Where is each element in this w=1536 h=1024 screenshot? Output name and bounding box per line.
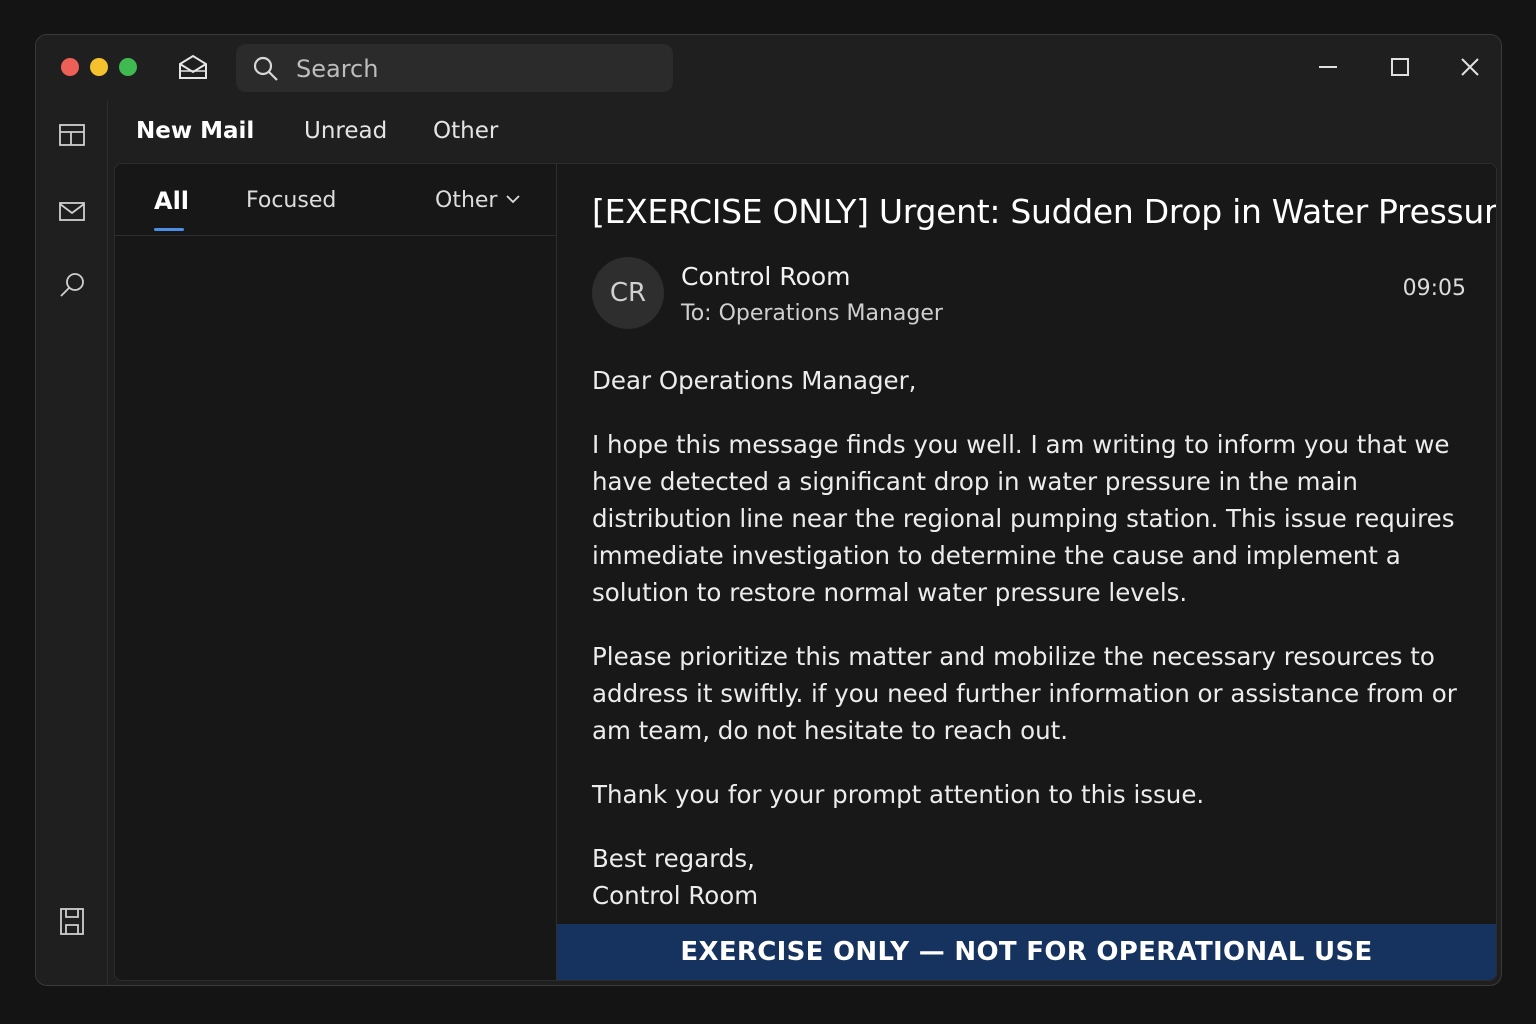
- recipient-line: To: Operations Manager: [681, 301, 943, 326]
- mail-window: Search New Mail Unread Other All Focused…: [35, 34, 1502, 986]
- search-icon[interactable]: [56, 269, 88, 301]
- message-body: Dear Operations Manager, I hope this mes…: [592, 362, 1472, 941]
- minimize-icon[interactable]: [1310, 49, 1346, 85]
- body-paragraph-3: Thank you for your prompt attention to t…: [592, 780, 1205, 809]
- search-box[interactable]: Search: [236, 44, 673, 92]
- left-rail: [36, 101, 108, 985]
- zoom-traffic-light[interactable]: [119, 58, 137, 76]
- minimize-traffic-light[interactable]: [90, 58, 108, 76]
- greeting: Dear Operations Manager,: [592, 366, 917, 395]
- new-mail-button[interactable]: New Mail: [136, 118, 254, 144]
- other-filter[interactable]: Other: [433, 118, 498, 144]
- body-paragraph-1: I hope this message finds you well. I am…: [592, 430, 1455, 607]
- active-tab-indicator: [154, 228, 184, 231]
- mail-open-icon[interactable]: [177, 53, 209, 81]
- search-icon: [253, 56, 278, 81]
- search-placeholder: Search: [296, 55, 379, 83]
- closing: Best regards,: [592, 844, 755, 873]
- message-list-pane: All Focused Other: [115, 164, 557, 980]
- save-icon[interactable]: [56, 905, 88, 937]
- close-icon[interactable]: [1452, 49, 1488, 85]
- content-pane: All Focused Other [EXERCISE ONLY] Urgent…: [114, 163, 1497, 981]
- list-tabs: All Focused Other: [115, 164, 556, 236]
- sender-name[interactable]: Control Room: [681, 262, 851, 291]
- avatar[interactable]: CR: [592, 257, 664, 329]
- unread-filter[interactable]: Unread: [304, 118, 387, 144]
- exercise-banner: EXERCISE ONLY — NOT FOR OPERATIONAL USE: [557, 924, 1496, 980]
- tab-all[interactable]: All: [154, 187, 189, 215]
- signature-block: Best regards, Control Room: [592, 840, 1472, 914]
- chevron-down-icon[interactable]: [506, 194, 520, 204]
- close-traffic-light[interactable]: [61, 58, 79, 76]
- reading-pane: [EXERCISE ONLY] Urgent: Sudden Drop in W…: [557, 164, 1496, 980]
- mail-icon[interactable]: [56, 195, 88, 227]
- layout-icon[interactable]: [56, 119, 88, 151]
- message-time: 09:05: [1402, 276, 1466, 301]
- tab-other[interactable]: Other: [435, 188, 497, 213]
- body-paragraph-2: Please prioritize this matter and mobili…: [592, 642, 1457, 745]
- tab-focused[interactable]: Focused: [246, 188, 336, 213]
- maximize-icon[interactable]: [1382, 49, 1418, 85]
- menu-bar: New Mail Unread Other: [108, 101, 1501, 163]
- signature: Control Room: [592, 881, 759, 910]
- titlebar: Search: [36, 35, 1501, 101]
- message-subject: [EXERCISE ONLY] Urgent: Sudden Drop in W…: [592, 192, 1497, 231]
